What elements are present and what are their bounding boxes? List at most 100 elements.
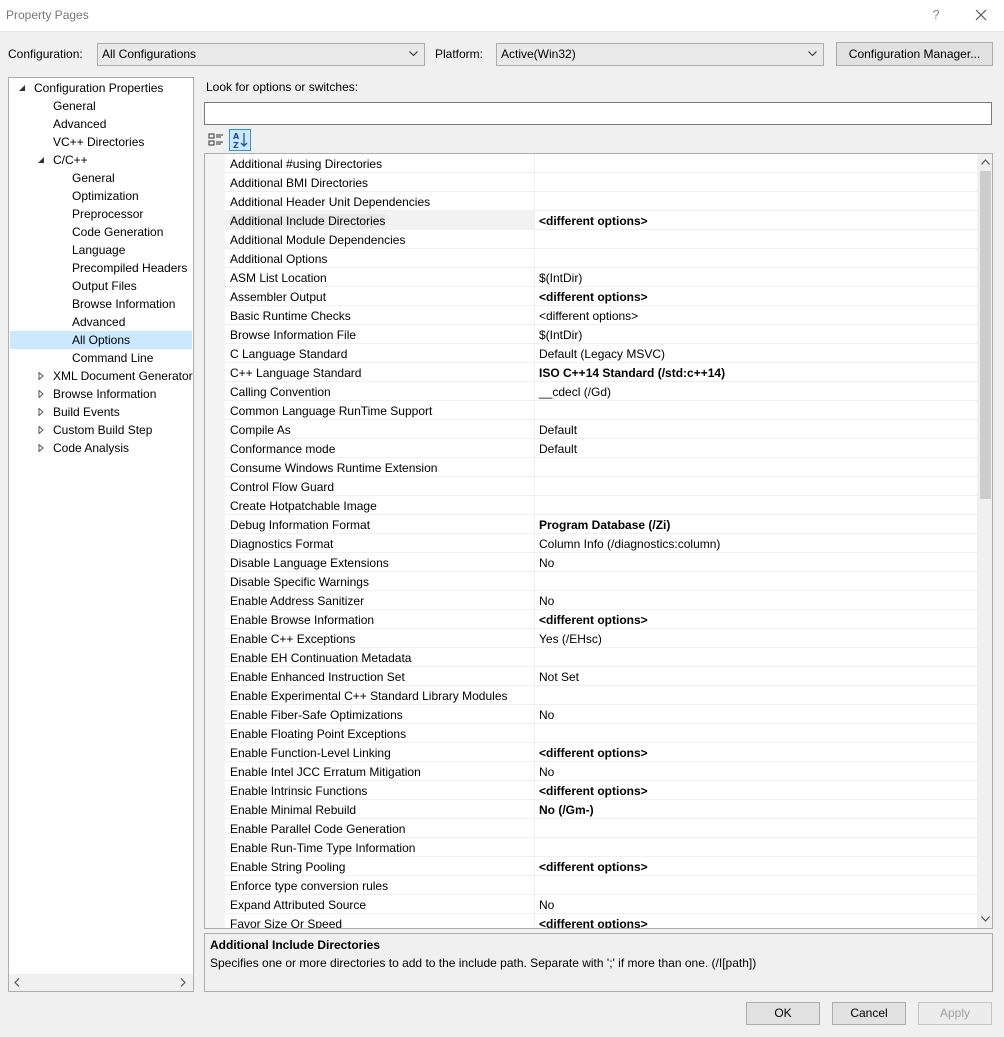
property-value[interactable]: No xyxy=(539,708,554,722)
property-value[interactable]: Default xyxy=(539,442,577,456)
tree-item[interactable]: All Options xyxy=(10,331,192,349)
property-value[interactable]: <different options> xyxy=(539,860,648,874)
property-row[interactable]: Common Language RunTime Support xyxy=(225,401,977,420)
property-value[interactable]: <different options> xyxy=(539,290,648,304)
property-value[interactable]: __cdecl (/Gd) xyxy=(539,385,611,399)
property-row[interactable]: Diagnostics Format Column Info (/diagnost… xyxy=(225,534,977,553)
property-value[interactable]: Not Set xyxy=(539,670,579,684)
property-value[interactable]: Column Info (/diagnostics:column) xyxy=(539,537,720,551)
expanded-triangle-icon[interactable] xyxy=(18,84,26,92)
property-row[interactable]: Enable Address Sanitizer No xyxy=(225,591,977,610)
property-row[interactable]: Create Hotpatchable Image xyxy=(225,496,977,515)
collapsed-triangle-icon[interactable] xyxy=(37,426,45,434)
property-row[interactable]: Additional BMI Directories xyxy=(225,173,977,192)
property-row[interactable]: Enable Browse Information <different opti… xyxy=(225,610,977,629)
tree-item-label: Custom Build Step xyxy=(53,423,153,437)
property-value[interactable]: ISO C++14 Standard (/std:c++14) xyxy=(539,366,725,380)
property-row[interactable]: Disable Specific Warnings xyxy=(225,572,977,591)
property-row[interactable]: Consume Windows Runtime Extension xyxy=(225,458,977,477)
property-row[interactable]: Compile As Default xyxy=(225,420,977,439)
search-label: Look for options or switches: xyxy=(206,80,359,94)
property-value[interactable]: <different options> xyxy=(539,784,648,798)
property-row[interactable]: Enable Floating Point Exceptions xyxy=(225,724,977,743)
property-row[interactable]: Enable Run-Time Type Information xyxy=(225,838,977,857)
close-button[interactable] xyxy=(964,4,1000,26)
property-row[interactable]: Enable Minimal Rebuild No (/Gm-) xyxy=(225,800,977,819)
property-value[interactable]: No xyxy=(539,898,554,912)
collapsed-triangle-icon[interactable] xyxy=(37,390,45,398)
property-row[interactable]: Disable Language Extensions No xyxy=(225,553,977,572)
property-row[interactable]: Enable Parallel Code Generation xyxy=(225,819,977,838)
ok-button[interactable]: OK xyxy=(746,1002,820,1025)
column-divider xyxy=(534,211,535,230)
property-row[interactable]: Enable EH Continuation Metadata xyxy=(225,648,977,667)
property-row[interactable]: C Language Standard Default (Legacy MSVC) xyxy=(225,344,977,363)
property-row[interactable]: ASM List Location $(IntDir) xyxy=(225,268,977,287)
collapsed-triangle-icon[interactable] xyxy=(37,372,45,380)
property-row[interactable]: Additional Module Dependencies xyxy=(225,230,977,249)
property-value[interactable]: Yes (/EHsc) xyxy=(539,632,602,646)
cancel-button[interactable]: Cancel xyxy=(832,1002,906,1025)
property-row[interactable]: Additional Options xyxy=(225,249,977,268)
collapsed-triangle-icon[interactable] xyxy=(37,444,45,452)
grid-vertical-scrollbar[interactable] xyxy=(977,154,992,928)
property-row[interactable]: Expand Attributed Source No xyxy=(225,895,977,914)
property-value[interactable]: <different options> xyxy=(539,214,648,228)
property-value[interactable]: No (/Gm-) xyxy=(539,803,594,817)
property-row[interactable]: Assembler Output <different options> xyxy=(225,287,977,306)
property-row[interactable]: Basic Runtime Checks <different options> xyxy=(225,306,977,325)
property-row[interactable]: Debug Information Format Program Database… xyxy=(225,515,977,534)
property-row[interactable]: Enable Fiber-Safe Optimizations No xyxy=(225,705,977,724)
scrollbar-thumb[interactable] xyxy=(980,171,991,499)
column-divider xyxy=(534,648,535,667)
property-value[interactable]: No xyxy=(539,556,554,570)
expanded-triangle-icon[interactable] xyxy=(37,156,45,164)
property-value[interactable]: No xyxy=(539,594,554,608)
collapsed-triangle-icon[interactable] xyxy=(37,408,45,416)
scroll-down-icon[interactable] xyxy=(981,916,990,922)
property-row[interactable]: Favor Size Or Speed <different options> xyxy=(225,914,977,928)
configuration-manager-button[interactable]: Configuration Manager... xyxy=(836,42,993,66)
column-divider xyxy=(534,667,535,686)
property-row[interactable]: Enable Intel JCC Erratum Mitigation No xyxy=(225,762,977,781)
scroll-right-icon[interactable] xyxy=(180,978,186,987)
property-value[interactable]: $(IntDir) xyxy=(539,271,582,285)
tree-horizontal-scrollbar[interactable] xyxy=(9,974,193,991)
apply-button[interactable]: Apply xyxy=(918,1002,992,1025)
property-value[interactable]: <different options> xyxy=(539,613,648,627)
property-row[interactable]: Enable Experimental C++ Standard Library… xyxy=(225,686,977,705)
property-value[interactable]: <different options> xyxy=(539,746,648,760)
platform-dropdown[interactable]: Active(Win32) xyxy=(496,43,824,66)
property-value[interactable]: Program Database (/Zi) xyxy=(539,518,670,532)
property-value[interactable]: Default xyxy=(539,423,577,437)
scroll-left-icon[interactable] xyxy=(14,978,20,987)
property-value[interactable]: Default (Legacy MSVC) xyxy=(539,347,665,361)
configuration-dropdown[interactable]: All Configurations xyxy=(97,43,425,66)
categorized-view-button[interactable] xyxy=(205,129,227,151)
property-row[interactable]: Enable Intrinsic Functions <different opt… xyxy=(225,781,977,800)
alphabetical-view-button[interactable]: A Z xyxy=(229,129,251,151)
property-value[interactable]: <different options> xyxy=(539,917,648,928)
property-row[interactable]: Calling Convention __cdecl (/Gd) xyxy=(225,382,977,401)
property-row[interactable]: Enable C++ Exceptions Yes (/EHsc) xyxy=(225,629,977,648)
help-button[interactable]: ? xyxy=(924,6,948,26)
property-value[interactable]: $(IntDir) xyxy=(539,328,582,342)
property-row[interactable]: Additional #using Directories xyxy=(225,154,977,173)
property-row[interactable]: Enable String Pooling <different options> xyxy=(225,857,977,876)
property-row[interactable]: Enforce type conversion rules xyxy=(225,876,977,895)
property-row[interactable]: Enable Enhanced Instruction Set Not Set xyxy=(225,667,977,686)
property-row[interactable]: Additional Include Directories <different… xyxy=(225,211,977,230)
property-value[interactable]: No xyxy=(539,765,554,779)
scroll-up-icon[interactable] xyxy=(981,159,990,165)
property-row[interactable]: Browse Information File $(IntDir) xyxy=(225,325,977,344)
property-row[interactable]: Enable Function-Level Linking <different … xyxy=(225,743,977,762)
property-row[interactable]: Additional Header Unit Dependencies xyxy=(225,192,977,211)
property-value[interactable]: <different options> xyxy=(539,309,638,323)
column-divider xyxy=(534,515,535,534)
column-divider xyxy=(534,762,535,781)
search-input[interactable] xyxy=(204,102,992,125)
property-row[interactable]: C++ Language Standard ISO C++14 Standard … xyxy=(225,363,977,382)
property-row[interactable]: Conformance mode Default xyxy=(225,439,977,458)
property-row[interactable]: Control Flow Guard xyxy=(225,477,977,496)
tree-item-label: Output Files xyxy=(72,279,137,293)
